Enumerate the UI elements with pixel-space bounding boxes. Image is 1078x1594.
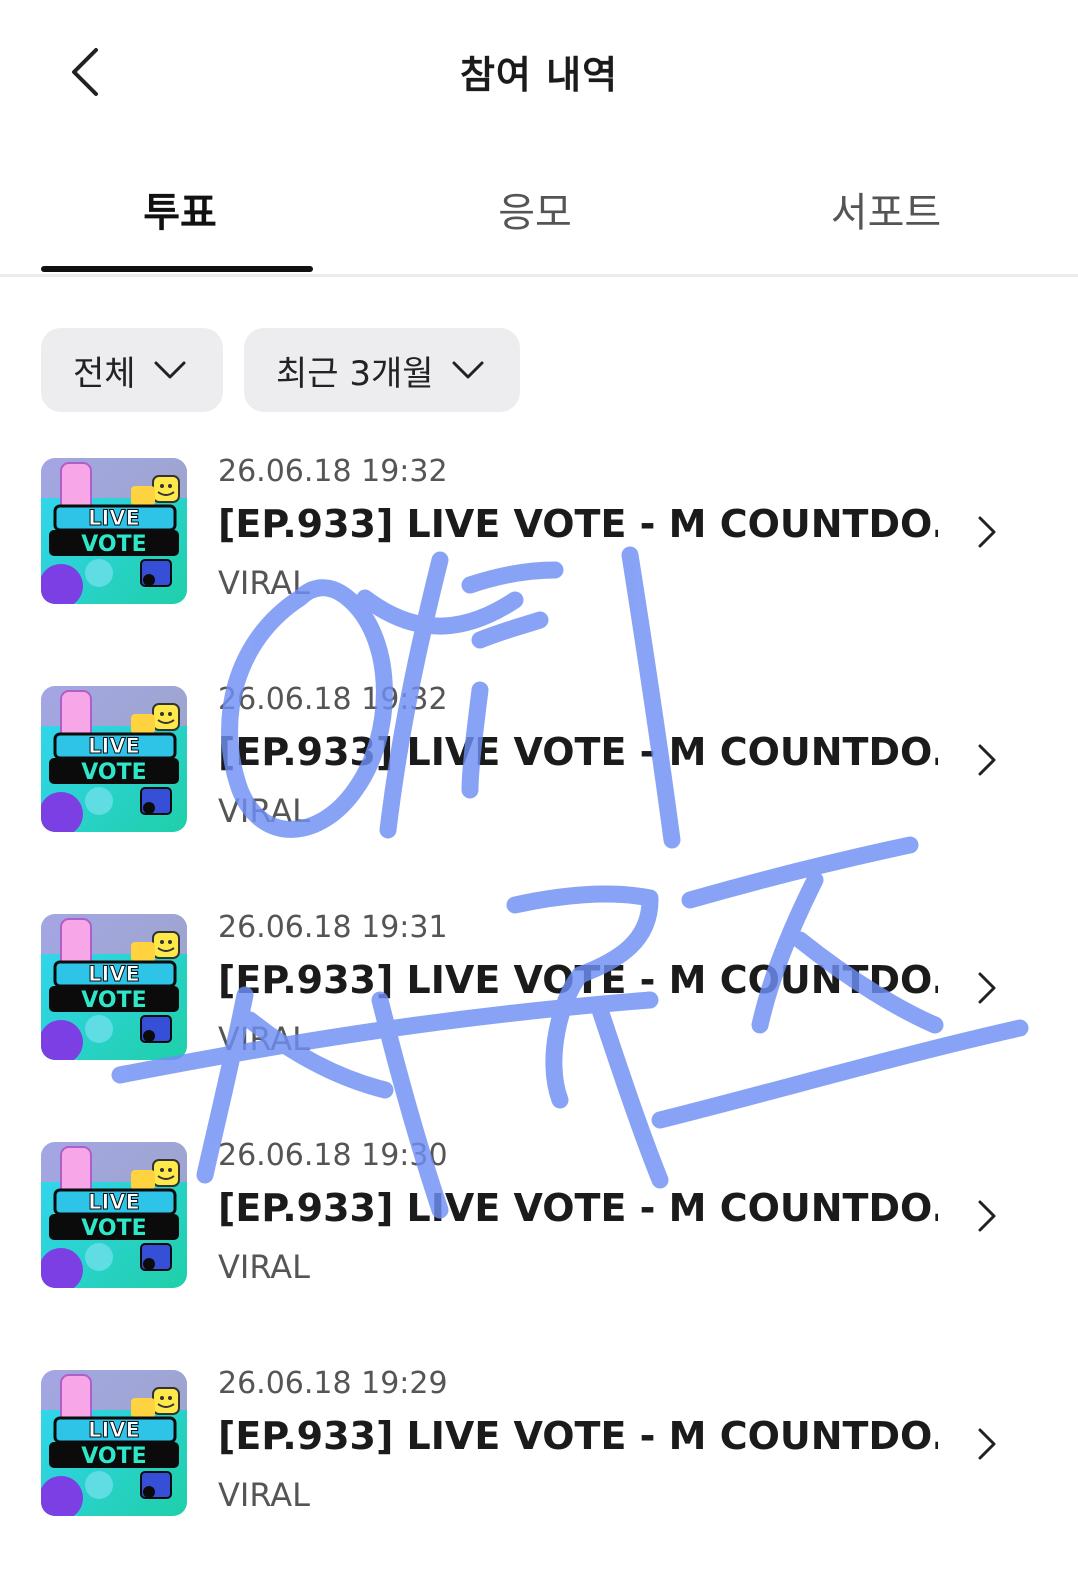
list-item[interactable]: LIVE VOTE 26.06.18 19:32 [EP.933] LIVE V… [0,440,1078,668]
svg-text:VOTE: VOTE [81,1444,146,1469]
item-title: [EP.933] LIVE VOTE - M COUNTDO... [218,1414,938,1458]
chevron-right-icon [978,972,996,1004]
filter-category-label: 전체 [73,353,136,394]
svg-text:VOTE: VOTE [81,1216,146,1241]
chevron-right-icon [978,516,996,548]
svg-text:LIVE: LIVE [88,962,140,986]
live-vote-thumbnail: LIVE VOTE [41,1370,187,1516]
item-date: 26.06.18 19:29 [218,1366,448,1401]
filter-period-dropdown[interactable]: 최근 3개월 [244,328,520,412]
chevron-down-icon [154,361,186,379]
live-vote-thumbnail: LIVE VOTE [41,458,187,604]
item-category: VIRAL [218,564,310,602]
tab-divider [0,274,1078,277]
list-item[interactable]: LIVE VOTE 26.06.18 19:32 [EP.933] LIVE V… [0,668,1078,896]
item-category: VIRAL [218,1020,310,1058]
item-date: 26.06.18 19:32 [218,454,448,489]
chevron-right-icon [978,1200,996,1232]
svg-text:LIVE: LIVE [88,734,140,758]
live-vote-thumbnail: LIVE VOTE [41,914,187,1060]
tab-vote[interactable]: 투표 [0,180,360,238]
item-category: VIRAL [218,792,310,830]
live-vote-thumbnail: LIVE VOTE [41,1142,187,1288]
tab-entry[interactable]: 응모 [355,180,715,238]
page-title: 참여 내역 [459,53,619,97]
filter-category-dropdown[interactable]: 전체 [41,328,223,412]
tab-support[interactable]: 서포트 [706,180,1066,238]
live-vote-thumbnail: LIVE VOTE [41,686,187,832]
item-date: 26.06.18 19:30 [218,1138,448,1173]
svg-text:VOTE: VOTE [81,760,146,785]
item-category: VIRAL [218,1476,310,1514]
item-date: 26.06.18 19:32 [218,682,448,717]
list-item[interactable]: LIVE VOTE 26.06.18 19:31 [EP.933] LIVE V… [0,896,1078,1124]
item-title: [EP.933] LIVE VOTE - M COUNTDO... [218,502,938,546]
chevron-down-icon [452,361,484,379]
item-title: [EP.933] LIVE VOTE - M COUNTDO... [218,958,938,1002]
chevron-right-icon [978,744,996,776]
list-item[interactable]: LIVE VOTE 26.06.18 19:29 [EP.933] LIVE V… [0,1352,1078,1580]
svg-text:VOTE: VOTE [81,988,146,1013]
item-title: [EP.933] LIVE VOTE - M COUNTDO... [218,1186,938,1230]
svg-text:LIVE: LIVE [88,1190,140,1214]
item-title: [EP.933] LIVE VOTE - M COUNTDO... [218,730,938,774]
item-category: VIRAL [218,1248,310,1286]
chevron-right-icon [978,1428,996,1460]
item-date: 26.06.18 19:31 [218,910,448,945]
tab-bar: 투표 응모 서포트 [0,150,1078,280]
list-item[interactable]: LIVE VOTE 26.06.18 19:30 [EP.933] LIVE V… [0,1124,1078,1352]
svg-text:LIVE: LIVE [88,1418,140,1442]
svg-text:VOTE: VOTE [81,532,146,557]
filter-period-label: 최근 3개월 [276,353,434,394]
tab-indicator [41,266,313,272]
svg-text:LIVE: LIVE [88,506,140,530]
header: 참여 내역 [0,0,1078,150]
